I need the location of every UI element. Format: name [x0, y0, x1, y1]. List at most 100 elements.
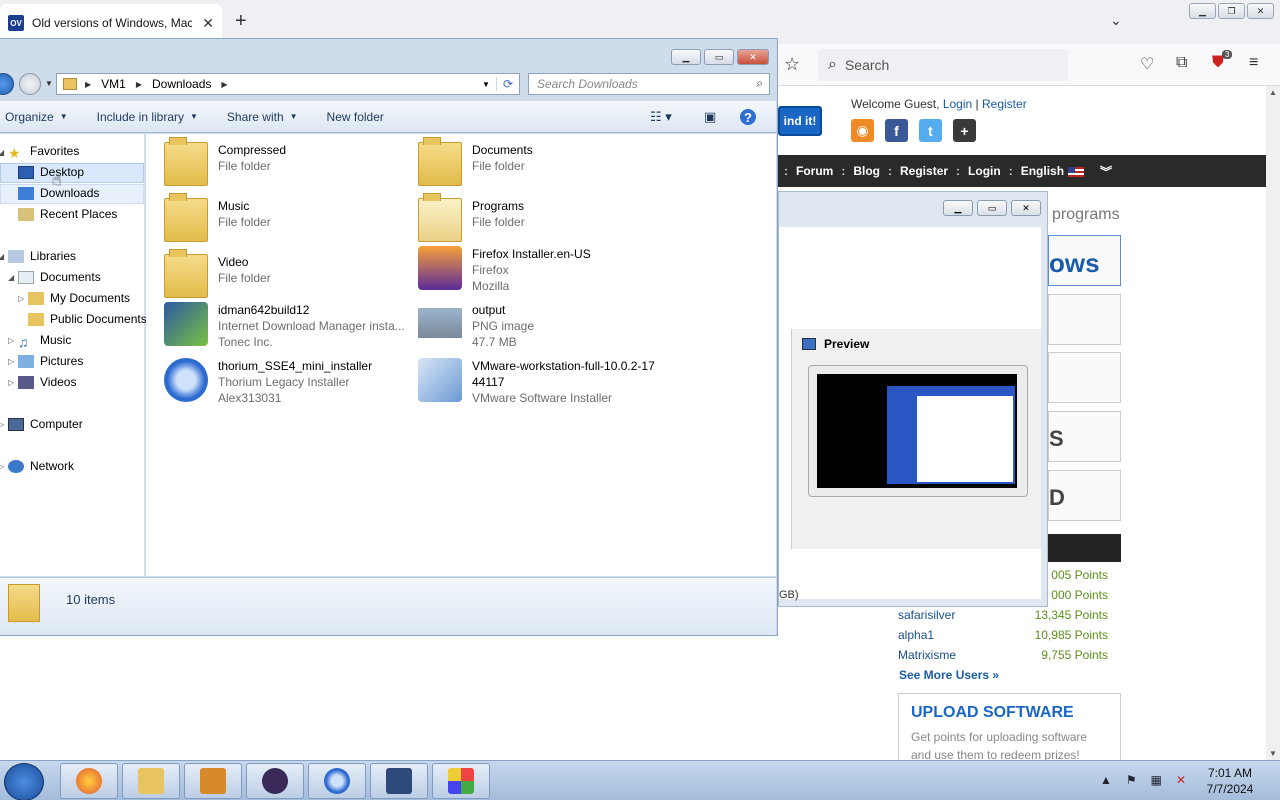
- nav-forum[interactable]: Forum: [796, 164, 833, 178]
- file-item-output[interactable]: output PNG image 47.7 MB: [418, 302, 534, 350]
- browser-tab[interactable]: OV Old versions of Windows, Mac ✕: [0, 4, 222, 42]
- collapse-icon[interactable]: ◢: [0, 252, 4, 261]
- recent-pages-dropdown-icon[interactable]: ▼: [45, 79, 53, 88]
- nav-videos[interactable]: Videos: [18, 375, 76, 389]
- preview-pane-icon[interactable]: ▣: [704, 109, 716, 125]
- new-tab-icon[interactable]: +: [235, 10, 247, 33]
- nav-network[interactable]: Network: [8, 459, 74, 473]
- breadcrumb-vm1[interactable]: VM1: [101, 77, 126, 91]
- add-icon[interactable]: +: [953, 119, 976, 142]
- nav-expand-icon[interactable]: ︾: [1100, 163, 1112, 180]
- search-downloads-input[interactable]: Search Downloads ⌕: [528, 73, 770, 95]
- file-item-firefox-installer[interactable]: Firefox Installer.en-US Firefox Mozilla: [418, 246, 591, 294]
- taskbar-thorium[interactable]: [308, 763, 366, 799]
- start-button[interactable]: [4, 763, 44, 800]
- file-item-documents[interactable]: Documents File folder: [418, 137, 533, 186]
- nav-blog[interactable]: Blog: [853, 164, 880, 178]
- close-button[interactable]: ✕: [737, 49, 769, 65]
- login-link[interactable]: Login: [943, 97, 972, 111]
- find-it-button[interactable]: ind it!: [778, 106, 822, 136]
- expand-icon[interactable]: ▷: [8, 336, 14, 345]
- browser-search-input[interactable]: ⌕ Search: [818, 49, 1068, 81]
- bookmark-star-icon[interactable]: ☆: [784, 54, 800, 75]
- change-view-icon[interactable]: ☷ ▾: [650, 109, 672, 125]
- windows-box[interactable]: ows: [1048, 235, 1121, 286]
- nav-music[interactable]: ♫ Music: [18, 333, 71, 350]
- show-hidden-icons[interactable]: ▲: [1100, 773, 1112, 787]
- file-item-idman[interactable]: idman642build12 Internet Download Manager…: [164, 302, 405, 350]
- box-3[interactable]: [1048, 352, 1121, 403]
- box-2[interactable]: [1048, 294, 1121, 345]
- close-button[interactable]: ✕: [1247, 3, 1274, 19]
- refresh-icon[interactable]: ⟳: [495, 77, 519, 91]
- scroll-down-icon[interactable]: ▼: [1269, 749, 1277, 758]
- file-item-thorium[interactable]: thorium_SSE4_mini_installer Thorium Legac…: [164, 358, 372, 406]
- breadcrumb-arrow-icon[interactable]: ▶: [85, 80, 91, 89]
- file-item-programs[interactable]: Programs File folder: [418, 193, 525, 242]
- extensions-icon[interactable]: ⧉: [1176, 54, 1187, 72]
- taskbar-windows[interactable]: [432, 763, 490, 799]
- taskbar-explorer[interactable]: [122, 763, 180, 799]
- list-tabs-chevron-icon[interactable]: ⌄: [1110, 12, 1122, 29]
- file-item-video[interactable]: Video File folder: [164, 249, 271, 298]
- minimize-button[interactable]: ▁: [1189, 3, 1216, 19]
- expand-icon[interactable]: ▷: [18, 294, 24, 303]
- action-center-flag-icon[interactable]: ⚑: [1126, 773, 1137, 787]
- collapse-icon[interactable]: ◢: [0, 148, 4, 157]
- background-window[interactable]: ▁ ▭ ✕ Preview GB): [778, 191, 1048, 607]
- page-scrollbar[interactable]: ▲ ▼: [1266, 86, 1280, 760]
- new-folder-button[interactable]: New folder: [327, 110, 384, 124]
- twitter-icon[interactable]: t: [919, 119, 942, 142]
- include-in-library-button[interactable]: Include in library ▼: [97, 110, 198, 124]
- address-bar[interactable]: ▶ VM1 ▶ Downloads ▶ ▼ ⟳: [56, 73, 520, 95]
- back-button[interactable]: [0, 73, 14, 95]
- file-item-music[interactable]: Music File folder: [164, 193, 271, 242]
- register-link[interactable]: Register: [982, 97, 1027, 111]
- file-item-compressed[interactable]: Compressed File folder: [164, 137, 286, 186]
- box-5[interactable]: D: [1048, 470, 1121, 521]
- box-4[interactable]: S: [1048, 411, 1121, 462]
- minimize-button[interactable]: ▁: [671, 49, 701, 65]
- expand-icon[interactable]: ▷: [8, 378, 14, 387]
- nav-computer[interactable]: Computer: [8, 417, 83, 431]
- breadcrumb-arrow-icon[interactable]: ▶: [221, 80, 227, 89]
- help-icon[interactable]: ?: [740, 109, 756, 125]
- share-with-button[interactable]: Share with ▼: [227, 110, 298, 124]
- maximize-button[interactable]: ▭: [977, 200, 1007, 216]
- nav-pictures[interactable]: Pictures: [18, 354, 83, 368]
- nav-libraries[interactable]: Libraries: [8, 249, 76, 263]
- expand-icon[interactable]: ▷: [8, 357, 14, 366]
- restore-button[interactable]: ❐: [1218, 3, 1245, 19]
- address-dropdown-icon[interactable]: ▼: [475, 79, 496, 89]
- rss-icon[interactable]: ◉: [851, 119, 874, 142]
- expand-icon[interactable]: ▷: [0, 420, 4, 429]
- network-icon[interactable]: ▦: [1151, 773, 1162, 787]
- volume-muted-icon[interactable]: ✕: [1176, 773, 1186, 787]
- user-link[interactable]: Matrixisme: [898, 648, 956, 662]
- breadcrumb-downloads[interactable]: Downloads: [152, 77, 211, 91]
- user-link[interactable]: safarisilver: [898, 608, 955, 622]
- see-more-users-link[interactable]: See More Users »: [899, 668, 999, 682]
- facebook-icon[interactable]: f: [885, 119, 908, 142]
- file-item-vmware[interactable]: VMware-workstation-full-10.0.2-17 44117 VM…: [418, 358, 655, 406]
- nav-language[interactable]: English: [1021, 164, 1085, 178]
- taskbar-app-purple[interactable]: [246, 763, 304, 799]
- clock[interactable]: 7:01 AM 7/7/2024: [1196, 765, 1264, 797]
- nav-register[interactable]: Register: [900, 164, 948, 178]
- pocket-icon[interactable]: ♡: [1140, 54, 1154, 74]
- forward-button[interactable]: [19, 73, 41, 95]
- expand-icon[interactable]: ▷: [0, 462, 4, 471]
- nav-my-documents[interactable]: My Documents: [28, 291, 130, 305]
- organize-button[interactable]: Organize ▼: [5, 110, 68, 124]
- nav-public-documents[interactable]: Public Documents: [28, 312, 147, 326]
- breadcrumb-arrow-icon[interactable]: ▶: [136, 80, 142, 89]
- nav-documents[interactable]: Documents: [18, 270, 101, 284]
- menu-icon[interactable]: ≡: [1249, 54, 1258, 72]
- taskbar-vmware[interactable]: [370, 763, 428, 799]
- nav-favorites[interactable]: ★ Favorites: [8, 144, 79, 161]
- upload-software-box[interactable]: UPLOAD SOFTWARE Get points for uploading…: [898, 693, 1121, 763]
- user-link[interactable]: alpha1: [898, 628, 934, 642]
- close-button[interactable]: ✕: [1011, 200, 1041, 216]
- taskbar-media-player[interactable]: [184, 763, 242, 799]
- nav-recent-places[interactable]: Recent Places: [18, 207, 117, 221]
